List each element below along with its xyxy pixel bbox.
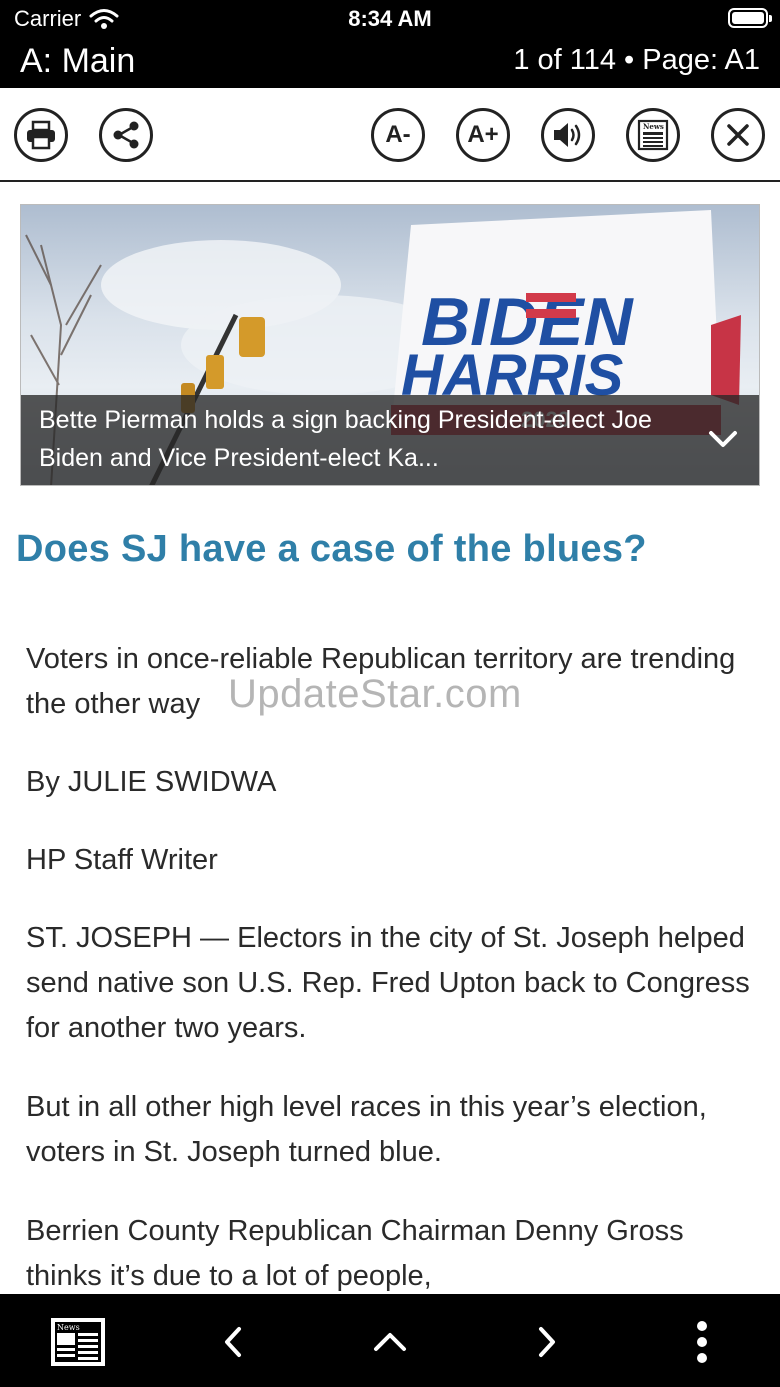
share-button[interactable] (99, 108, 153, 162)
page-view-button[interactable]: News (626, 108, 680, 162)
more-vertical-icon (697, 1321, 707, 1363)
svg-text:News: News (643, 122, 664, 131)
chevron-right-icon (539, 1327, 555, 1357)
article-paragraph-1: ST. JOSEPH — Electors in the city of St.… (26, 922, 750, 1044)
page-thumbnail-button[interactable]: News (48, 1312, 108, 1372)
close-button[interactable] (711, 108, 765, 162)
next-article-button[interactable] (516, 1312, 576, 1372)
print-icon (27, 120, 55, 150)
article-paragraph-2: But in all other high level races in thi… (26, 1091, 707, 1168)
chevron-left-icon (225, 1327, 241, 1357)
battery-icon (728, 8, 772, 28)
status-time: 8:34 AM (348, 6, 432, 31)
article-byline: By JULIE SWIDWA (26, 766, 277, 798)
more-options-button[interactable] (672, 1312, 732, 1372)
article-author-role: HP Staff Writer (26, 844, 218, 876)
article-headline: Does SJ have a case of the blues? (16, 528, 647, 570)
photo-caption[interactable]: Bette Pierman holds a sign backing Presi… (21, 395, 759, 485)
newspaper-icon: News (637, 119, 669, 151)
article-photo[interactable]: BIDEN HARRIS 2020 Bette Pierman holds a … (20, 204, 760, 486)
font-increase-button[interactable]: A+ (456, 108, 510, 162)
page-indicator: 1 of 114 • Page: A1 (513, 44, 760, 76)
speaker-icon (554, 123, 581, 147)
caption-text: Bette Pierman holds a sign backing Presi… (39, 406, 652, 472)
chevron-up-icon (374, 1333, 406, 1351)
section-title: A: Main (20, 42, 136, 80)
chevron-down-icon[interactable] (705, 421, 741, 457)
scroll-up-button[interactable] (360, 1312, 420, 1372)
read-aloud-button[interactable] (541, 108, 595, 162)
top-bar: Carrier 8:34 AM A: Main 1 of 114 • Page:… (0, 0, 780, 88)
share-icon (113, 121, 139, 149)
newspaper-icon: News (51, 1318, 105, 1366)
article-toolbar: A- A+ News (0, 88, 780, 182)
print-button[interactable] (14, 108, 68, 162)
previous-article-button[interactable] (204, 1312, 264, 1372)
watermark: UpdateStar.com (228, 672, 522, 716)
bottom-nav-bar: News (0, 1294, 780, 1387)
font-decrease-button[interactable]: A- (371, 108, 425, 162)
article-paragraph-3: Berrien County Republican Chairman Denny… (26, 1215, 684, 1292)
svg-text:News: News (57, 1323, 80, 1332)
close-icon (727, 124, 749, 146)
